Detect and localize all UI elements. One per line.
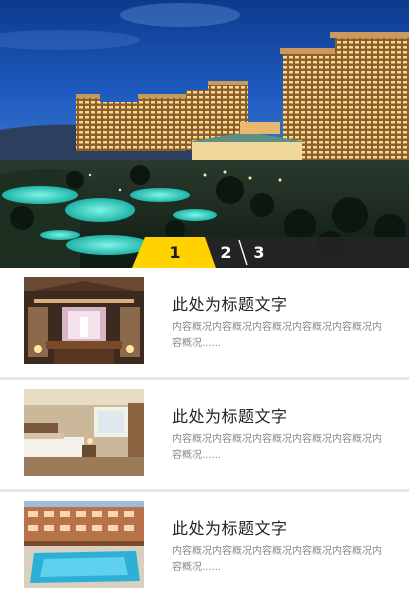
list-item[interactable]: 此处为标题文字 内容概况内容概况内容概况内容概况内容概况内容概况...... [0, 268, 409, 380]
hotel-lounge-image [24, 277, 144, 364]
item-title[interactable]: 此处为标题文字 [172, 403, 288, 427]
article-list: 此处为标题文字 内容概况内容概况内容概况内容概况内容概况内容概况...... 此… [0, 268, 409, 599]
hotel-pool-image [24, 501, 144, 588]
slide-dot-2[interactable]: 2 [214, 237, 238, 268]
resort-night-photo [0, 0, 409, 268]
hero-banner[interactable] [0, 0, 409, 268]
item-description: 内容概况内容概况内容概况内容概况内容概况内容概况...... [172, 322, 382, 349]
item-description: 内容概况内容概况内容概况内容概况内容概况内容概况...... [172, 434, 382, 461]
list-item[interactable]: 此处为标题文字 内容概况内容概况内容概况内容概况内容概况内容概况...... [0, 492, 409, 599]
list-item[interactable]: 此处为标题文字 内容概况内容概况内容概况内容概况内容概况内容概况...... [0, 380, 409, 492]
slide-dot-3[interactable]: 3 [247, 237, 271, 268]
item-description: 内容概况内容概况内容概况内容概况内容概况内容概况...... [172, 546, 382, 573]
hotel-bedroom-image [24, 389, 144, 476]
slide-indicator: 1 2 3 [0, 237, 409, 268]
item-title[interactable]: 此处为标题文字 [172, 291, 288, 315]
item-title[interactable]: 此处为标题文字 [172, 515, 288, 539]
slide-dot-1[interactable]: 1 [145, 237, 205, 268]
